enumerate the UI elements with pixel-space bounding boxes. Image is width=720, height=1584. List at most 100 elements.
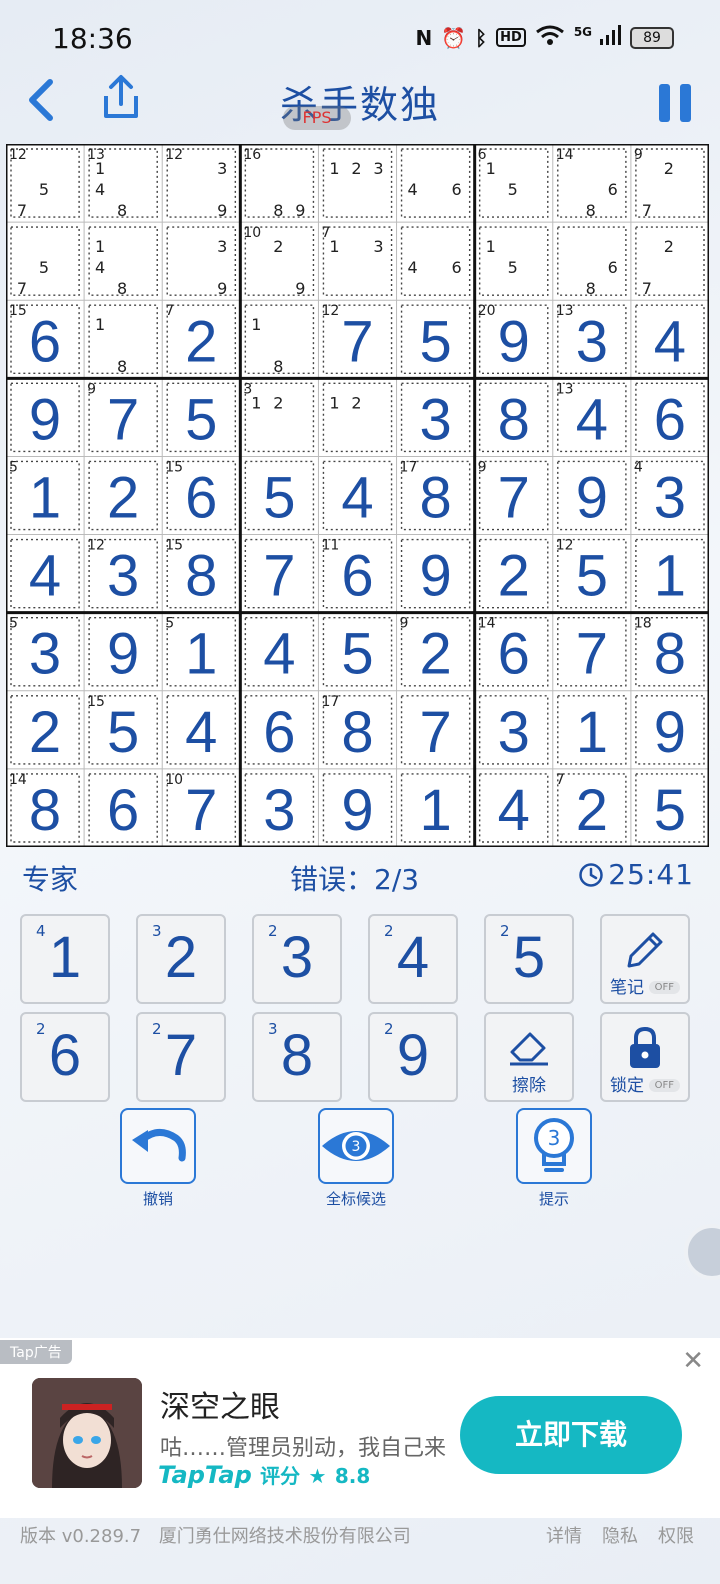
cell-note: 4	[95, 180, 105, 199]
cell-value: 8	[654, 622, 686, 687]
ad-rating: TapTap 评分 ★ 8.8	[158, 1460, 370, 1489]
sudoku-cell[interactable]	[318, 378, 396, 456]
floating-side-button[interactable]	[684, 1224, 720, 1280]
cage-sum: 17	[321, 694, 339, 710]
cage-sum: 7	[556, 772, 565, 788]
number-key-8[interactable]: 3 8	[252, 1012, 342, 1102]
permissions-link[interactable]: 权限	[658, 1522, 694, 1548]
cell-value: 5	[341, 622, 373, 687]
key-digit: 3	[280, 925, 314, 990]
cell-note: 6	[451, 258, 461, 277]
cell-note: 1	[95, 159, 105, 178]
sudoku-cell[interactable]	[318, 144, 396, 222]
number-key-5[interactable]: 2 5	[484, 914, 574, 1004]
cell-value: 3	[263, 778, 295, 843]
ad-app-image[interactable]	[32, 1378, 142, 1488]
top-bar: 杀手数独 FPS	[0, 74, 720, 134]
cage-sum: 5	[9, 616, 18, 632]
notes-state: OFF	[648, 981, 680, 994]
cage-sum: 15	[165, 538, 183, 554]
download-button[interactable]: 立即下载	[460, 1396, 682, 1474]
number-key-2[interactable]: 3 2	[136, 914, 226, 1004]
fill-candidates-label: 全标候选	[325, 1190, 386, 1208]
cell-value: 4	[576, 387, 608, 452]
cage-sum: 10	[243, 225, 261, 241]
cell-note: 6	[608, 180, 618, 199]
cell-value: 8	[341, 700, 373, 765]
difficulty-label: 专家	[22, 863, 79, 896]
cell-value: 4	[185, 700, 217, 765]
cell-value: 9	[419, 544, 451, 609]
key-digit: 4	[396, 925, 430, 990]
cell-note: 1	[251, 393, 261, 412]
cell-value: 3	[419, 387, 451, 452]
number-key-1[interactable]: 4 1	[20, 914, 110, 1004]
cell-note: 4	[95, 258, 105, 277]
cell-value: 7	[576, 622, 608, 687]
cell-value: 7	[263, 544, 295, 609]
cage-sum: 12	[87, 538, 105, 554]
undo-icon	[120, 1108, 196, 1184]
version-text: 版本 v0.289.7	[20, 1526, 142, 1547]
hint-button[interactable]: 3 提示	[514, 1108, 594, 1209]
cell-value: 5	[185, 387, 217, 452]
cell-note: 3	[373, 237, 383, 256]
hd-icon: HD	[496, 28, 526, 47]
nfc-icon: N	[415, 25, 433, 50]
game-status-row: 专家 错误：2/3 25:41	[0, 858, 720, 902]
cage-sum: 5	[9, 459, 18, 475]
cage-sum: 14	[556, 147, 574, 163]
cell-note: 7	[642, 201, 652, 220]
number-key-4[interactable]: 2 4	[368, 914, 458, 1004]
sudoku-cell[interactable]	[162, 222, 240, 300]
cell-value: 9	[654, 700, 686, 765]
fill-candidates-button[interactable]: 3 全标候选	[316, 1108, 396, 1209]
cage-sum: 9	[87, 381, 96, 397]
cage-sum: 16	[243, 147, 261, 163]
clock-icon	[579, 862, 604, 887]
cell-value: 3	[654, 466, 686, 531]
undo-button[interactable]: 撤销	[118, 1108, 198, 1209]
details-link[interactable]: 详情	[546, 1522, 582, 1548]
cell-value: 4	[341, 466, 373, 531]
number-key-3[interactable]: 2 3	[252, 914, 342, 1004]
erase-button[interactable]: 擦除	[484, 1012, 574, 1102]
cell-note: 8	[117, 201, 127, 220]
cell-value: 6	[341, 544, 373, 609]
cell-value: 6	[498, 622, 530, 687]
privacy-link[interactable]: 隐私	[602, 1522, 638, 1548]
close-icon[interactable]: ✕	[682, 1346, 704, 1376]
cell-note: 2	[351, 393, 361, 412]
number-key-7[interactable]: 2 7	[136, 1012, 226, 1102]
lock-state: OFF	[648, 1079, 680, 1092]
cage-sum: 12	[9, 147, 27, 163]
cell-note: 8	[273, 201, 283, 220]
ad-banner[interactable]: Tap广告 ✕ 深空之眼 咕……管理员别动，我自己来 TapTap 评分 ★ 8…	[0, 1338, 720, 1518]
cage-sum: 14	[9, 772, 27, 788]
cell-value: 9	[498, 309, 530, 374]
cell-value: 7	[185, 778, 217, 843]
number-key-9[interactable]: 2 9	[368, 1012, 458, 1102]
pause-button[interactable]	[656, 80, 696, 124]
cell-value: 5	[419, 309, 451, 374]
cell-value: 2	[576, 778, 608, 843]
star-icon: ★	[308, 1464, 327, 1488]
sudoku-grid[interactable]: 12 13 12 16 6 14 910 715 7 12 20 139 3 135 15 17 9 412 15 1…	[6, 144, 709, 847]
lock-toggle-button[interactable]: 锁定 OFF	[600, 1012, 690, 1102]
action-bar: 撤销 3 全标候选 3 提示	[0, 1108, 720, 1218]
notes-toggle-button[interactable]: 笔记 OFF	[600, 914, 690, 1004]
cell-value: 4	[654, 309, 686, 374]
sudoku-board: 12 13 12 16 6 14 9 10 7 15 7 12 20 13 9 3 13 5 15 17 9 4 12 15 1…	[6, 144, 709, 847]
cell-note: 2	[351, 159, 361, 178]
footer-links: 详情 隐私 权限	[546, 1522, 694, 1548]
cell-note: 2	[273, 237, 283, 256]
cell-value: 7	[107, 387, 139, 452]
number-key-6[interactable]: 2 6	[20, 1012, 110, 1102]
lock-label: 锁定	[610, 1076, 644, 1096]
cell-note: 8	[586, 201, 596, 220]
cell-note: 6	[608, 258, 618, 277]
cell-value: 1	[576, 700, 608, 765]
cell-note: 1	[329, 237, 339, 256]
cage-sum: 12	[165, 147, 183, 163]
footer: 版本 v0.289.7 厦门勇仕网络技术股份有限公司 详情 隐私 权限	[0, 1518, 720, 1558]
